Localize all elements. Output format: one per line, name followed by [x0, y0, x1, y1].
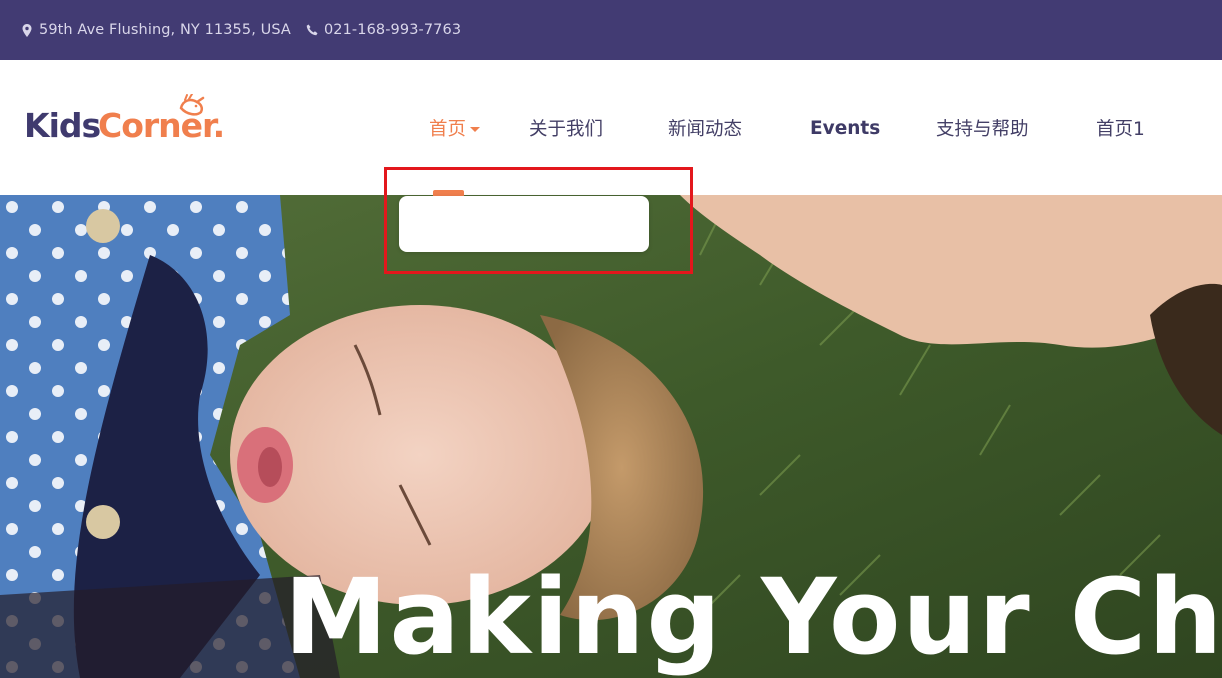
phone-icon: [306, 23, 318, 37]
nav-item-label: 首页: [429, 119, 467, 140]
nav-item-label: Events: [810, 117, 881, 139]
address-info: 59th Ave Flushing, NY 11355, USA: [21, 22, 291, 38]
nav-item-label: 关于我们: [529, 119, 604, 140]
address-text: 59th Ave Flushing, NY 11355, USA: [39, 22, 291, 38]
phone-text: 021-168-993-7763: [323, 22, 462, 38]
caret-down-icon: [470, 126, 481, 132]
top-info-bar: 59th Ave Flushing, NY 11355, USA 021-168…: [0, 0, 1222, 60]
nav-item-home[interactable]: 首页: [429, 115, 481, 141]
map-marker-icon: [21, 23, 33, 37]
nav-item-home1[interactable]: 首页1: [1096, 115, 1145, 141]
nav-item-about[interactable]: 关于我们: [529, 115, 603, 141]
phone-info: 021-168-993-7763: [306, 22, 461, 38]
highlight-box: [384, 167, 693, 274]
nav-item-label: 支持与帮助: [936, 119, 1029, 140]
nav-item-label: 新闻动态: [668, 119, 743, 140]
nav-item-events[interactable]: Events: [810, 115, 880, 141]
nav-item-support[interactable]: 支持与帮助: [936, 115, 1029, 141]
hero-title: Making Your Chilo: [284, 556, 1222, 678]
nav-item-news[interactable]: 新闻动态: [668, 115, 742, 141]
nav-item-label: 首页1: [1096, 119, 1145, 140]
